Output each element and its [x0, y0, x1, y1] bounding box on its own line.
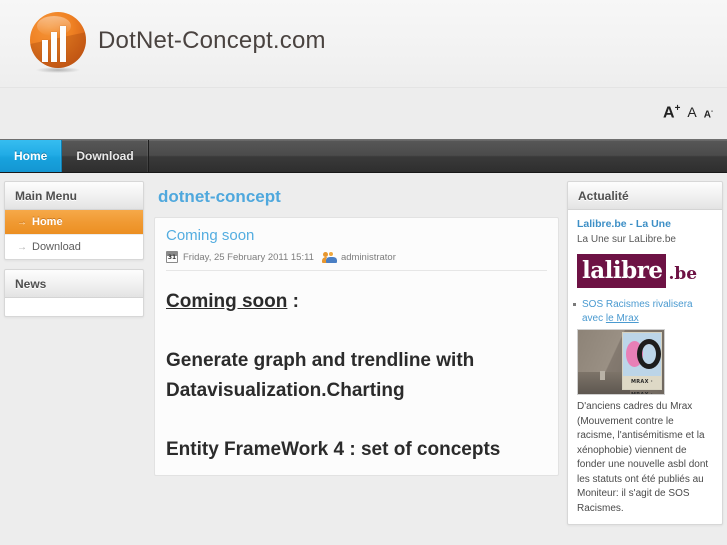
logo-barchart-icon — [26, 10, 88, 73]
font-size-decrease-button[interactable]: A- — [704, 108, 713, 120]
feed-description: La Une sur LaLibre.be — [577, 234, 676, 245]
header-spacer — [0, 88, 727, 139]
article-meta: 31 Friday, 25 February 2011 15:11 admini… — [166, 251, 547, 271]
nav-item-home[interactable]: Home — [0, 140, 63, 172]
lalibre-wordmark: lalibre — [577, 254, 667, 288]
article-body-heading-suffix: : — [287, 291, 299, 312]
arrow-right-icon: → — [17, 217, 27, 228]
site-header: DotNet-Concept.com A+ A A- — [0, 0, 727, 121]
calendar-icon: 31 — [166, 251, 178, 263]
font-size-increase-button[interactable]: A+ — [663, 104, 680, 121]
sidebar-item-home[interactable]: → Home — [5, 210, 143, 234]
site-logo[interactable]: DotNet-Concept.com — [26, 10, 326, 73]
module-news-title: News — [5, 270, 143, 298]
nav-filler — [149, 140, 727, 172]
lalibre-logo-row: lalibre .be — [568, 252, 722, 294]
sidebar-item-download[interactable]: → Download — [5, 235, 143, 259]
article-author: administrator — [340, 251, 396, 263]
sidebar-item-home-label: Home — [32, 216, 63, 228]
news-empty-body — [5, 298, 143, 316]
feed-item-list: SOS Racismes rivalisera avec le Mrax — [568, 294, 722, 325]
feed-item-line2: le Mrax — [605, 312, 639, 324]
news-photo-thumbnail-icon[interactable]: MRAX · MRAX · — [577, 329, 665, 395]
article-body-heading-underlined: Coming soon — [166, 291, 288, 312]
feed-item-body: D'anciens cadres du Mrax (Mouvement cont… — [577, 401, 709, 514]
left-sidebar: Main Menu → Home → Download News — [0, 181, 148, 532]
article-body: Coming soon : Generate graph and trendli… — [166, 271, 547, 465]
arrow-right-icon: → — [17, 242, 27, 253]
module-actualite: Actualité Lalibre.be - La Une La Une sur… — [567, 181, 723, 525]
page-title: dotnet-concept — [158, 187, 281, 206]
page-body: Main Menu → Home → Download News dotnet-… — [0, 173, 727, 532]
font-size-normal-button[interactable]: A — [687, 105, 696, 119]
main-navigation: Home Download — [0, 139, 727, 173]
feed-title[interactable]: Lalibre.be - La Une — [568, 210, 722, 234]
article-body-heading: Coming soon : — [166, 287, 547, 316]
main-menu-list: → Home → Download — [5, 210, 143, 259]
list-item: SOS Racismes rivalisera avec le Mrax — [573, 298, 713, 325]
user-icon — [321, 251, 337, 263]
main-content: dotnet-concept Coming soon 31 Friday, 25… — [148, 181, 565, 532]
font-size-controls: A+ A A- — [663, 104, 713, 121]
lalibre-suffix: .be — [668, 264, 698, 284]
list-item[interactable]: → Download — [5, 235, 143, 259]
logo-text: DotNet-Concept.com — [98, 27, 326, 54]
module-actualite-title: Actualité — [568, 182, 722, 210]
lalibre-be-logo: lalibre .be — [577, 254, 697, 288]
list-item[interactable]: → Home — [5, 210, 143, 235]
module-main-menu-title: Main Menu — [5, 182, 143, 210]
article: Coming soon 31 Friday, 25 February 2011 … — [154, 217, 559, 476]
right-sidebar: Actualité Lalibre.be - La Une La Une sur… — [565, 181, 727, 532]
article-title[interactable]: Coming soon — [166, 227, 547, 244]
article-date: Friday, 25 February 2011 15:11 — [183, 251, 314, 263]
thumbnail-caption: MRAX · MRAX · — [623, 376, 661, 394]
feed-item-link[interactable]: SOS Racismes rivalisera avec le Mrax — [582, 299, 693, 324]
article-paragraph: Entity FrameWork 4 : set of concepts — [166, 439, 501, 461]
module-news: News — [4, 269, 144, 317]
module-main-menu: Main Menu → Home → Download — [4, 181, 144, 260]
sidebar-item-download-label: Download — [32, 241, 81, 253]
nav-item-download[interactable]: Download — [62, 140, 149, 172]
article-paragraph: Generate graph and trendline with Datavi… — [166, 350, 475, 401]
